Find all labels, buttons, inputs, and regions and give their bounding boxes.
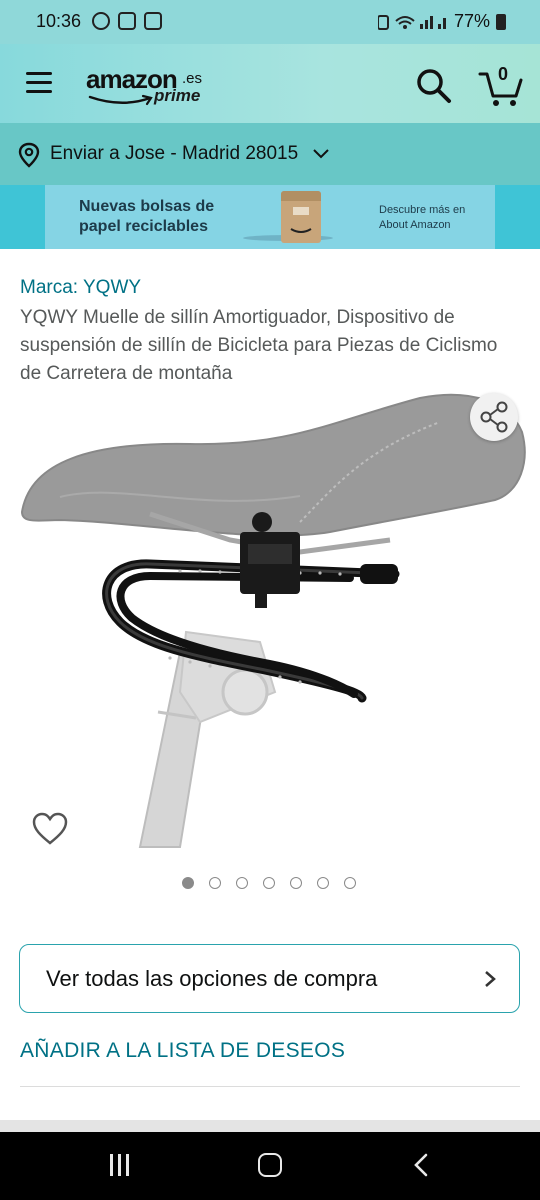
status-right: 77% <box>377 11 506 32</box>
notification-icons <box>92 12 162 30</box>
buy-options-button[interactable]: Ver todas las opciones de compra <box>19 944 520 1013</box>
carousel-dot[interactable] <box>317 877 329 889</box>
promo-banner-inner: Nuevas bolsas de papel reciclables Descu… <box>45 185 495 249</box>
brand-link[interactable]: Marca: YQWY <box>20 277 141 299</box>
divider <box>20 1086 520 1087</box>
amazon-prime-logo[interactable]: amazon .es prime <box>86 64 216 108</box>
banner-title: Nuevas bolsas de papel reciclables <box>79 198 215 235</box>
carousel-dot[interactable] <box>209 877 221 889</box>
recents-icon[interactable] <box>108 1154 132 1176</box>
logo-prime: prime <box>154 86 201 105</box>
delivery-location-bar[interactable]: Enviar a Jose - Madrid 28015 <box>0 123 540 185</box>
cart-count: 0 <box>498 64 509 84</box>
status-bar: 10:36 77% <box>0 0 540 44</box>
product-title: YQWY Muelle de sillín Amortiguador, Disp… <box>20 307 498 384</box>
share-icon <box>480 401 508 433</box>
carousel-dot[interactable] <box>344 877 356 889</box>
mail-icon <box>118 12 136 30</box>
smile-arrow-icon <box>88 94 153 106</box>
promo-banner[interactable]: Nuevas bolsas de papel reciclables Descu… <box>0 185 540 249</box>
status-time: 10:36 <box>36 11 82 31</box>
buy-options-label: Ver todas las opciones de compra <box>46 966 378 991</box>
chevron-down-icon <box>313 149 329 159</box>
back-icon[interactable] <box>412 1153 430 1177</box>
battery-icon <box>496 13 506 30</box>
system-nav-bar <box>0 1132 540 1200</box>
add-to-wishlist-link[interactable]: AÑADIR A LA LISTA DE DESEOS <box>20 1039 345 1063</box>
chevron-right-icon <box>485 971 496 987</box>
carousel-dot[interactable] <box>290 877 302 889</box>
whatsapp-icon <box>92 12 110 30</box>
section-separator <box>0 1120 540 1132</box>
search-icon[interactable] <box>414 66 454 106</box>
top-nav: amazon .es prime 0 <box>0 44 540 123</box>
cart-button[interactable]: 0 <box>478 64 524 108</box>
paper-bag-image <box>281 191 321 243</box>
banner-side-text: Descubre más en About Amazon <box>379 204 466 231</box>
carousel-dot[interactable] <box>236 877 248 889</box>
signal-icons <box>377 14 446 30</box>
carousel-dot[interactable] <box>263 877 275 889</box>
gallery-icon <box>144 12 162 30</box>
heart-icon[interactable] <box>32 812 68 846</box>
share-button[interactable] <box>470 393 518 441</box>
menu-icon[interactable] <box>26 72 54 94</box>
battery-percent: 77% <box>453 11 490 31</box>
location-pin-icon <box>18 142 40 168</box>
carousel-dot[interactable] <box>182 877 194 889</box>
image-carousel-dots <box>182 877 356 889</box>
delivery-label: Enviar a Jose - Madrid 28015 <box>50 143 299 164</box>
logo-suffix: .es <box>182 70 203 87</box>
home-icon[interactable] <box>258 1153 282 1177</box>
product-image[interactable] <box>0 392 540 852</box>
